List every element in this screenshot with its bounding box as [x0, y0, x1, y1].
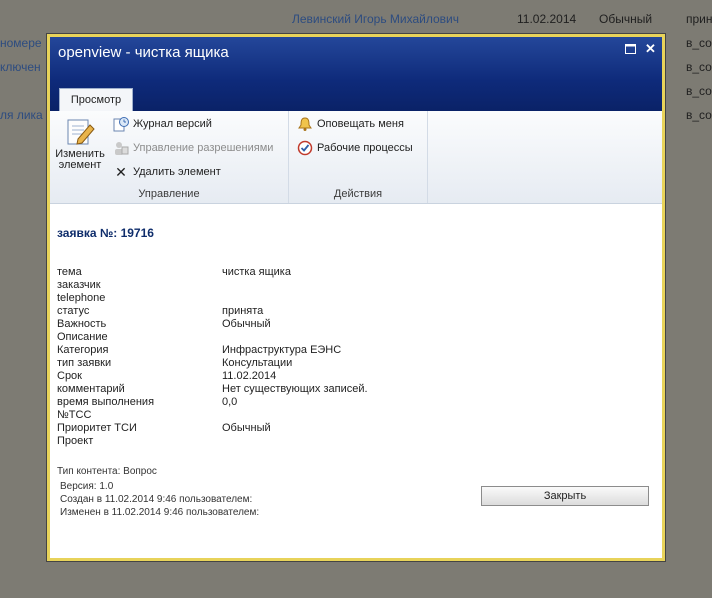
bg-list-priority: Обычный	[599, 12, 653, 26]
manage-permissions-button[interactable]: Управление разрешениями	[113, 139, 273, 157]
field-label: комментарий	[57, 383, 125, 395]
modified-text: Изменен в 11.02.2014 9:46 пользователем:	[60, 507, 260, 518]
created-text: Создан в 11.02.2014 9:46 пользователем:	[60, 494, 253, 505]
alert-me-button[interactable]: Оповещать меня	[297, 115, 404, 133]
dialog-body: openview - чистка ящика ✕ Просмотр Измен…	[50, 37, 662, 558]
field-label: заказчик	[57, 279, 101, 291]
workflows-label: Рабочие процессы	[317, 142, 413, 154]
field-label: Категория	[57, 344, 109, 356]
alert-me-label: Оповещать меня	[317, 118, 404, 130]
manage-permissions-label: Управление разрешениями	[133, 142, 274, 154]
field-value: Инфраструктура ЕЭНС	[222, 344, 342, 356]
field-label: время выполнения	[57, 396, 155, 408]
field-value: Консультации	[222, 357, 293, 369]
bg-list-name: Левинский Игорь Михайлович	[292, 12, 459, 26]
bg-list-status: в_со	[686, 36, 712, 50]
maximize-icon[interactable]	[625, 43, 636, 57]
field-label: Проект	[57, 435, 94, 447]
item-content: заявка №: 19716 тема чистка ящика заказчи…	[50, 204, 662, 558]
bg-list-date: 11.02.2014	[517, 12, 577, 26]
bg-list-title: ключен	[0, 60, 41, 74]
close-button[interactable]: Закрыть	[481, 486, 649, 506]
field-label: №ТСС	[57, 409, 92, 421]
item-dialog: openview - чистка ящика ✕ Просмотр Измен…	[46, 33, 666, 562]
bell-icon	[297, 116, 313, 132]
version-text: Версия: 1.0	[60, 481, 114, 492]
field-value: принята	[222, 305, 264, 317]
edit-item-icon	[64, 117, 96, 149]
field-value: 11.02.2014	[222, 370, 277, 382]
delete-icon: ✕	[115, 164, 127, 180]
bg-list-row: Левинский Игорь Михайлович 11.02.2014 Об…	[0, 8, 712, 32]
version-history-label: Журнал версий	[133, 118, 212, 130]
dialog-title-bar: openview - чистка ящика ✕ Просмотр	[50, 37, 662, 112]
field-label: Описание	[57, 331, 108, 343]
bg-list-title: номере	[0, 36, 42, 50]
version-history-button[interactable]: Журнал версий	[113, 115, 212, 133]
edit-item-label: Изменить элемент	[55, 148, 105, 171]
field-value: чистка ящика	[222, 266, 291, 278]
field-value: Обычный	[222, 318, 271, 330]
delete-item-label: Удалить элемент	[133, 166, 221, 178]
item-title: заявка №: 19716	[57, 226, 154, 240]
content-type: Тип контента: Вопрос	[57, 466, 157, 477]
field-label: статус	[57, 305, 90, 317]
version-history-icon	[113, 116, 129, 132]
field-value: 0,0	[222, 396, 238, 408]
ribbon-group-manage-label: Управление	[138, 188, 200, 200]
edit-item-button[interactable]: Изменить элемент	[53, 117, 107, 179]
field-label: Важность	[57, 318, 107, 330]
permissions-icon	[113, 140, 129, 156]
field-value: Обычный	[222, 422, 271, 434]
ribbon-group-manage: Изменить элемент Журнал версий Управлени…	[50, 111, 289, 203]
field-label: Приоритет ТСИ	[57, 422, 137, 434]
workflow-icon	[297, 140, 313, 156]
dialog-title: openview - чистка ящика	[58, 44, 229, 61]
ribbon: Изменить элемент Журнал версий Управлени…	[50, 111, 662, 204]
field-label: тип заявки	[57, 357, 112, 369]
bg-list-status: в_со	[686, 84, 712, 98]
ribbon-group-actions: Оповещать меня Рабочие процессы Действия	[289, 111, 428, 203]
field-value: Нет существующих записей.	[222, 383, 368, 395]
bg-list-status: в_со	[686, 60, 712, 74]
close-icon[interactable]: ✕	[645, 41, 656, 57]
bg-list-status: прин	[686, 12, 712, 26]
bg-list-status: в_со	[686, 108, 712, 122]
ribbon-group-actions-label: Действия	[333, 188, 383, 200]
item-metadata: Версия: 1.0 Создан в 11.02.2014 9:46 пол…	[60, 480, 272, 519]
field-label: тема	[57, 266, 82, 278]
field-label: Срок	[57, 370, 82, 382]
tab-view[interactable]: Просмотр	[59, 88, 133, 112]
delete-item-button[interactable]: ✕ Удалить элемент	[113, 163, 221, 181]
workflows-button[interactable]: Рабочие процессы	[297, 139, 413, 157]
bg-list-title: ля лика	[0, 108, 43, 122]
field-label: telephone	[57, 292, 106, 304]
